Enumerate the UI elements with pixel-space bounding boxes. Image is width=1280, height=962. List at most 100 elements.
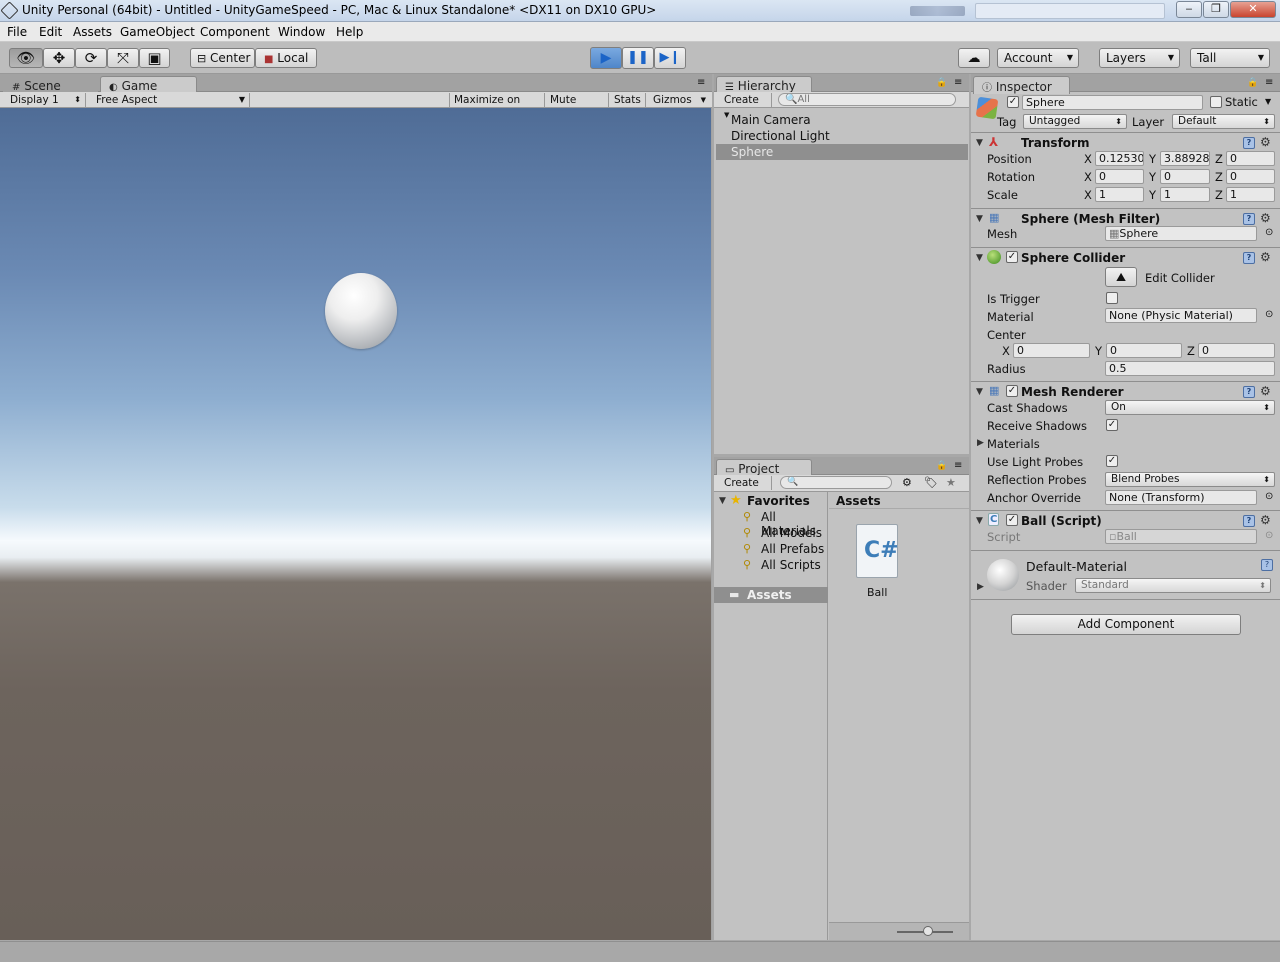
menu-assets[interactable]: Assets [73, 25, 112, 39]
layers-dropdown[interactable]: Layers ▼ [1099, 48, 1180, 68]
position-x-field[interactable]: 0.12530 [1095, 151, 1144, 166]
menu-component[interactable]: Component [200, 25, 270, 39]
fav-item-all-prefabs[interactable]: All Prefabs [761, 542, 824, 556]
tag-dropdown[interactable]: Untagged ⬍ [1023, 114, 1127, 129]
tab-inspector[interactable]: ⓘ Inspector [973, 76, 1070, 94]
panel-menu-icon[interactable]: ≡ [1265, 77, 1273, 88]
rotate-tool-button[interactable]: ⟳ [75, 48, 107, 68]
scale-z-field[interactable]: 1 [1226, 187, 1275, 202]
collider-enabled-checkbox[interactable]: ✓ [1006, 251, 1018, 263]
gizmos-dropdown[interactable]: Gizmos ▼ [649, 93, 707, 107]
move-tool-button[interactable]: ✥ [43, 48, 75, 68]
layer-dropdown[interactable]: Default ⬍ [1172, 114, 1275, 129]
help-icon[interactable]: ? [1243, 515, 1255, 527]
layout-dropdown[interactable]: Tall ▼ [1190, 48, 1270, 68]
script-enabled-checkbox[interactable]: ✓ [1006, 514, 1018, 526]
gear-icon[interactable]: ⚙ [1260, 135, 1271, 149]
light-probes-checkbox[interactable]: ✓ [1106, 455, 1118, 467]
rotation-y-field[interactable]: 0 [1160, 169, 1210, 184]
mesh-field[interactable]: ▦Sphere [1105, 226, 1257, 241]
anchor-override-field[interactable]: None (Transform) [1105, 490, 1257, 505]
position-z-field[interactable]: 0 [1226, 151, 1275, 166]
receive-shadows-checkbox[interactable]: ✓ [1106, 419, 1118, 431]
pause-button[interactable]: ❚❚ [622, 47, 654, 69]
object-picker-icon[interactable]: ⊙ [1265, 309, 1273, 320]
filter-type-icon[interactable]: ⚙ [902, 476, 912, 489]
rect-tool-button[interactable]: ▣ [139, 48, 170, 68]
lock-icon[interactable]: 🔒 [1247, 78, 1258, 88]
center-z-field[interactable]: 0 [1198, 343, 1275, 358]
expand-triangle-icon[interactable]: ▶ [977, 582, 984, 592]
rotation-x-field[interactable]: 0 [1095, 169, 1144, 184]
scale-tool-button[interactable]: ⤧ [107, 48, 139, 68]
static-checkbox[interactable] [1210, 96, 1222, 108]
transform-header[interactable]: ▼ ⅄ Transform ? ⚙ [971, 132, 1280, 150]
expand-triangle-icon[interactable]: ▼ [719, 496, 726, 506]
hierarchy-create-button[interactable]: Create ▼ [720, 93, 772, 119]
account-dropdown[interactable]: Account ▼ [997, 48, 1079, 68]
gear-icon[interactable]: ⚙ [1260, 384, 1271, 398]
maximize-on-play-toggle[interactable]: Maximize on Play [449, 93, 545, 120]
ball-script-header[interactable]: ▼ C ✓ Ball (Script) ? ⚙ [971, 510, 1280, 528]
object-picker-icon[interactable]: ⊙ [1265, 491, 1273, 502]
view-tool-button[interactable]: 👁 [9, 48, 43, 68]
mesh-renderer-header[interactable]: ▼ ▦ ✓ Mesh Renderer ? ⚙ [971, 381, 1280, 399]
gear-icon[interactable]: ⚙ [1260, 513, 1271, 527]
lock-icon[interactable]: 🔒 [936, 461, 947, 471]
help-icon[interactable]: ? [1243, 386, 1255, 398]
center-x-field[interactable]: 0 [1013, 343, 1090, 358]
shader-dropdown[interactable]: Standard ⬍ [1075, 578, 1271, 593]
cloud-button[interactable]: ☁ [958, 48, 990, 68]
pivot-local-button[interactable]: ■ Local [255, 48, 317, 68]
assets-folder-row[interactable]: ▬ Assets [714, 587, 828, 603]
mute-audio-toggle[interactable]: Mute audio [546, 93, 609, 120]
gear-icon[interactable]: ⚙ [1260, 250, 1271, 264]
asset-ball-script[interactable]: C# Ball [855, 524, 899, 604]
minimize-button[interactable]: ‒ [1176, 1, 1202, 18]
help-icon[interactable]: ? [1261, 559, 1273, 571]
expand-triangle-icon[interactable]: ▶ [977, 438, 984, 448]
rotation-z-field[interactable]: 0 [1226, 169, 1275, 184]
object-picker-icon[interactable]: ⊙ [1265, 227, 1273, 238]
help-icon[interactable]: ? [1243, 252, 1255, 264]
help-icon[interactable]: ? [1243, 213, 1255, 225]
filter-label-icon[interactable]: 🏷 [924, 476, 938, 489]
menu-window[interactable]: Window [278, 25, 325, 39]
display-dropdown[interactable]: Display 1 ⬍ [6, 93, 86, 107]
gear-icon[interactable]: ⚙ [1260, 211, 1271, 225]
menu-edit[interactable]: Edit [39, 25, 62, 39]
hierarchy-item-directional-light[interactable]: Directional Light [731, 129, 830, 143]
reflection-probes-dropdown[interactable]: Blend Probes ⬍ [1105, 472, 1275, 487]
step-button[interactable]: ▶❙ [654, 47, 686, 69]
favorite-star-icon[interactable]: ★ [946, 476, 956, 489]
menu-help[interactable]: Help [336, 25, 363, 39]
radius-field[interactable]: 0.5 [1105, 361, 1275, 376]
position-y-field[interactable]: 3.88928 [1160, 151, 1210, 166]
materials-label[interactable]: Materials [987, 437, 1040, 451]
game-viewport[interactable] [0, 108, 711, 940]
help-icon[interactable]: ? [1243, 137, 1255, 149]
scale-y-field[interactable]: 1 [1160, 187, 1210, 202]
is-trigger-checkbox[interactable] [1106, 292, 1118, 304]
sphere-collider-header[interactable]: ▼ ✓ Sphere Collider ? ⚙ [971, 247, 1280, 265]
panel-menu-icon[interactable]: ≡ [954, 460, 962, 471]
menu-file[interactable]: File [7, 25, 27, 39]
hierarchy-search-input[interactable]: 🔍All [778, 93, 956, 106]
project-create-button[interactable]: Create ▼ [720, 476, 772, 502]
fav-item-all-scripts[interactable]: All Scripts [761, 558, 821, 572]
edit-collider-button[interactable]: ⛰ [1105, 267, 1137, 287]
object-name-input[interactable]: Sphere [1022, 95, 1203, 110]
panel-menu-icon[interactable]: ≡ [697, 77, 705, 88]
hierarchy-item-main-camera[interactable]: Main Camera [731, 113, 811, 127]
close-button[interactable]: ✕ [1230, 1, 1276, 18]
lock-icon[interactable]: 🔒 [936, 78, 947, 88]
window-search-box[interactable] [975, 3, 1165, 19]
renderer-enabled-checkbox[interactable]: ✓ [1006, 385, 1018, 397]
aspect-dropdown[interactable]: Free Aspect ▼ [92, 93, 250, 107]
panel-menu-icon[interactable]: ≡ [954, 77, 962, 88]
play-button[interactable]: ▶ [590, 47, 622, 69]
menu-gameobject[interactable]: GameObject [120, 25, 195, 39]
project-search-input[interactable]: 🔍 [780, 476, 892, 489]
collider-material-field[interactable]: None (Physic Material) [1105, 308, 1257, 323]
active-checkbox[interactable]: ✓ [1007, 96, 1019, 108]
